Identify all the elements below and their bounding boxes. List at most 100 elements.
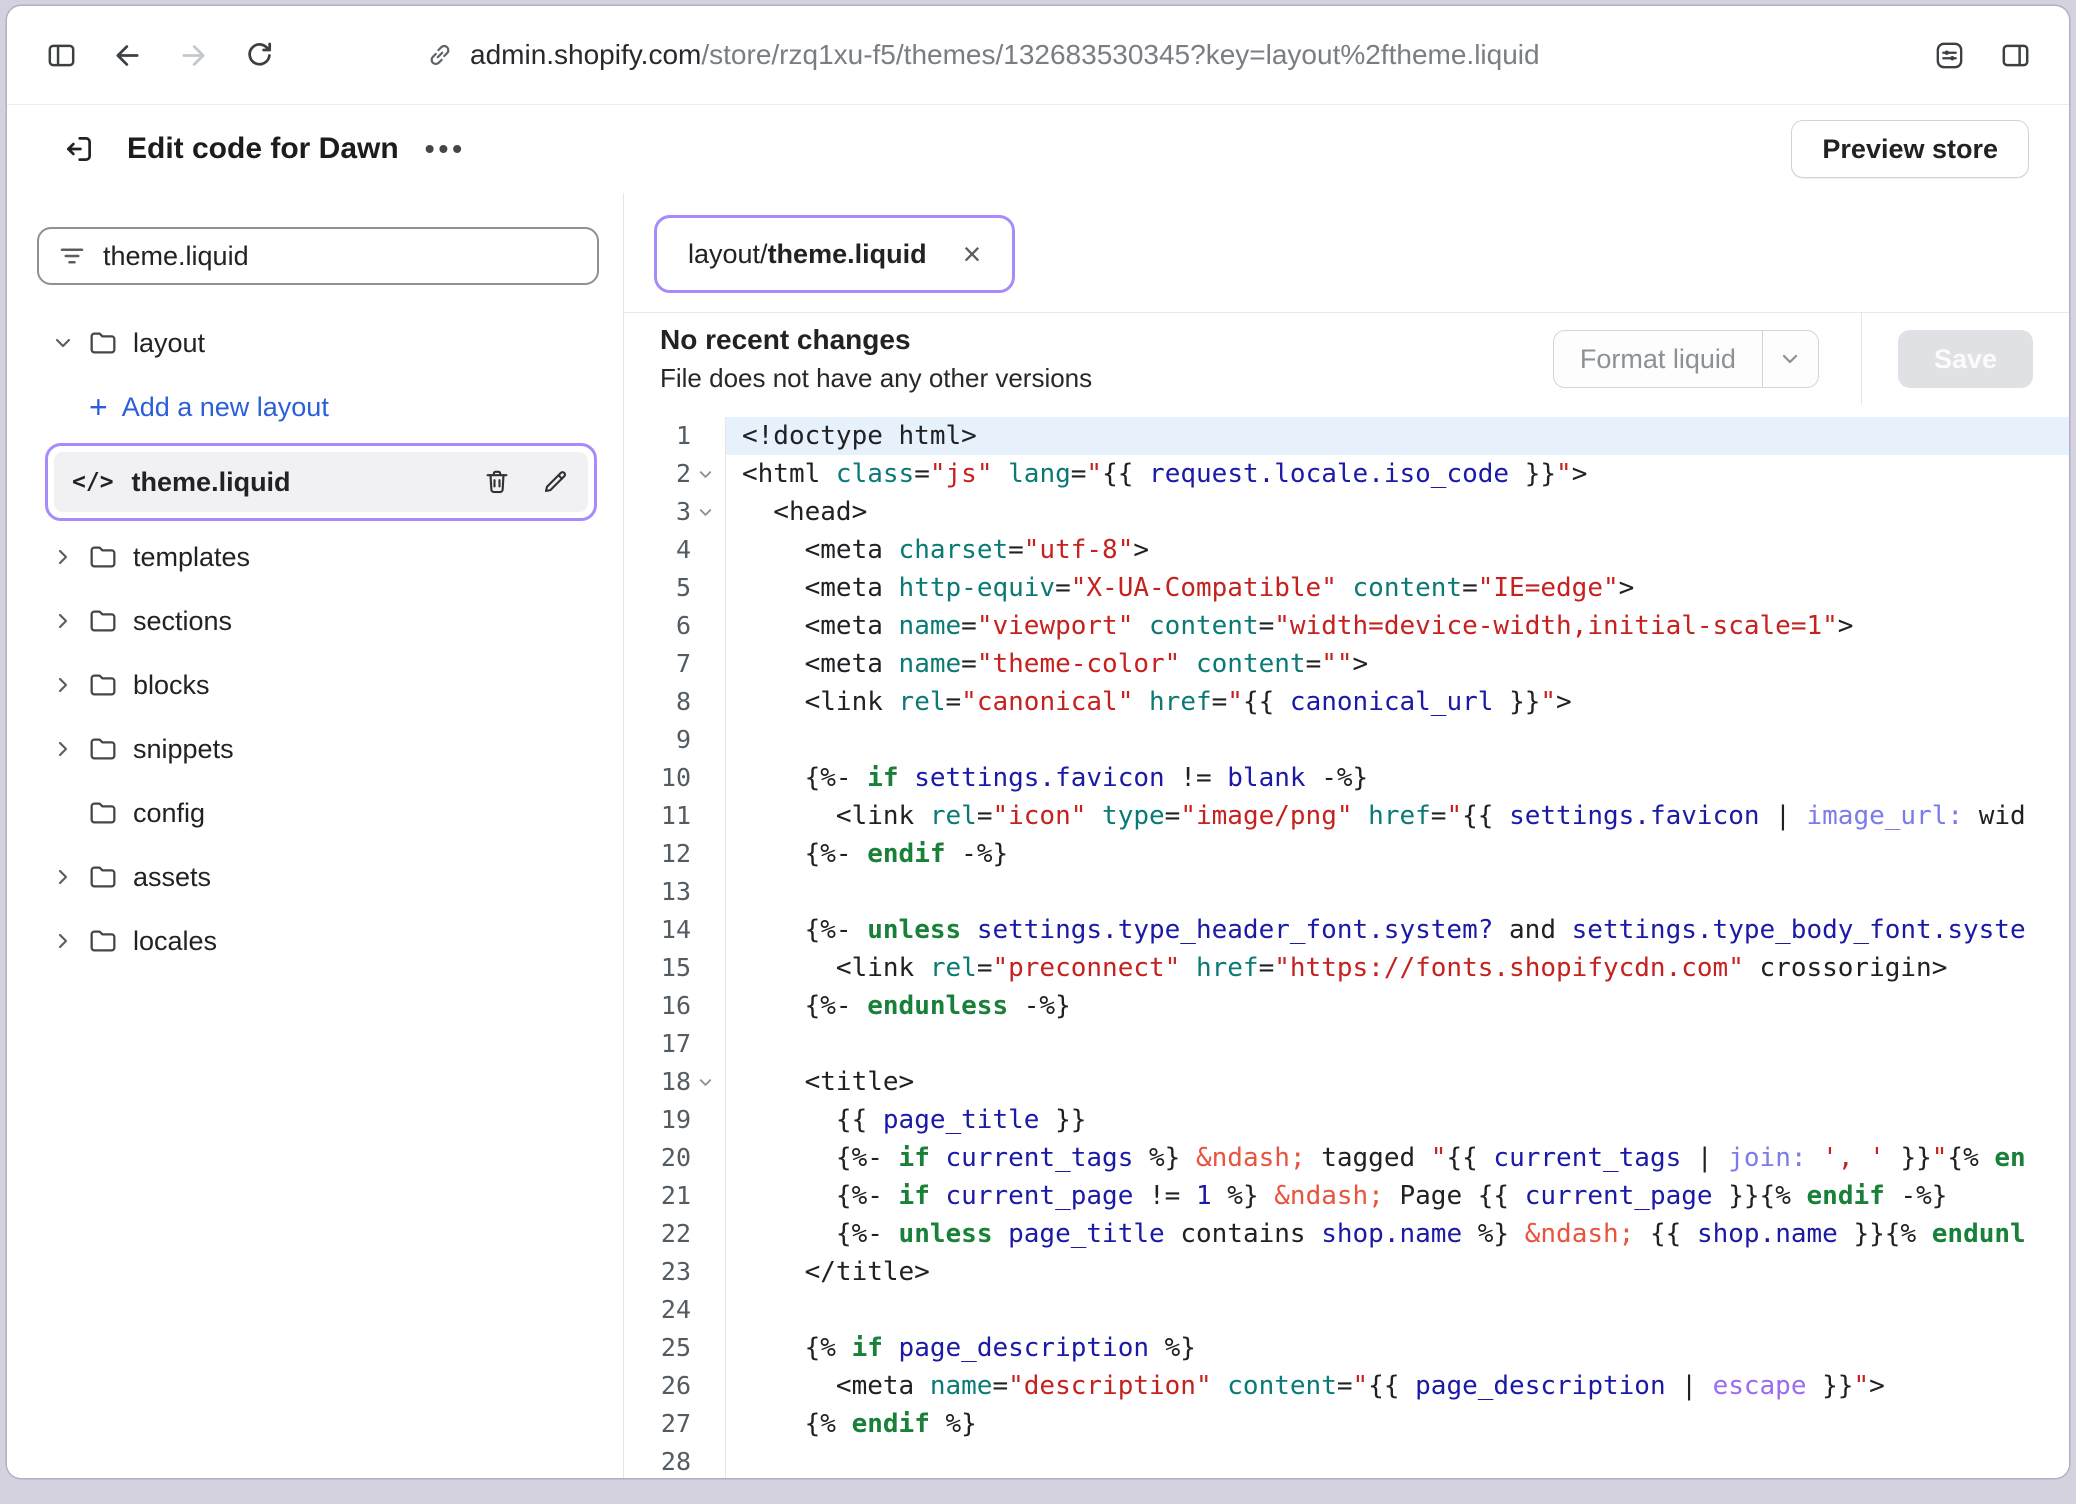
preview-store-button[interactable]: Preview store — [1791, 120, 2029, 178]
line-gutter: 10 — [624, 759, 726, 797]
code-line-3[interactable]: 3 <head> — [624, 493, 2069, 531]
code-text: {%- if current_tags %} &ndash; tagged "{… — [726, 1139, 2069, 1177]
browser-panel-icon[interactable] — [1987, 27, 2043, 83]
line-number: 16 — [661, 987, 691, 1025]
code-line-20[interactable]: 20 {%- if current_tags %} &ndash; tagged… — [624, 1139, 2069, 1177]
format-liquid-button[interactable]: Format liquid — [1553, 330, 1819, 388]
code-line-11[interactable]: 11 <link rel="icon" type="image/png" hre… — [624, 797, 2069, 835]
line-gutter: 8 — [624, 683, 726, 721]
code-line-13[interactable]: 13 — [624, 873, 2069, 911]
code-line-24[interactable]: 24 — [624, 1291, 2069, 1329]
code-text — [726, 873, 2069, 911]
chevron-right-icon[interactable] — [51, 865, 87, 889]
code-line-15[interactable]: 15 <link rel="preconnect" href="https://… — [624, 949, 2069, 987]
code-text: <head> — [726, 493, 2069, 531]
code-line-18[interactable]: 18 <title> — [624, 1063, 2069, 1101]
close-icon[interactable]: × — [963, 238, 982, 270]
sidebar-item-snippets[interactable]: snippets — [37, 717, 599, 781]
code-line-12[interactable]: 12 {%- endif -%} — [624, 835, 2069, 873]
code-line-21[interactable]: 21 {%- if current_page != 1 %} &ndash; P… — [624, 1177, 2069, 1215]
code-line-8[interactable]: 8 <link rel="canonical" href="{{ canonic… — [624, 683, 2069, 721]
add-layout-label: Add a new layout — [122, 392, 329, 423]
folder-icon — [87, 925, 133, 957]
code-text: <meta name="viewport" content="width=dev… — [726, 607, 2069, 645]
code-line-6[interactable]: 6 <meta name="viewport" content="width=d… — [624, 607, 2069, 645]
code-text: <meta name="theme-color" content=""> — [726, 645, 2069, 683]
file-search[interactable] — [37, 227, 599, 285]
fold-chevron-icon[interactable] — [691, 465, 719, 484]
rename-icon[interactable] — [540, 467, 570, 497]
folder-icon — [87, 669, 133, 701]
code-line-1[interactable]: 1<!doctype html> — [624, 417, 2069, 455]
chevron-right-icon[interactable] — [51, 545, 87, 569]
code-line-25[interactable]: 25 {% if page_description %} — [624, 1329, 2069, 1367]
editor-pane: layout/theme.liquid × No recent changes … — [624, 193, 2069, 1478]
line-gutter: 25 — [624, 1329, 726, 1367]
file-actions — [482, 467, 570, 497]
browser-settings-icon[interactable] — [1921, 27, 1977, 83]
sidebar-item-locales[interactable]: locales — [37, 909, 599, 973]
address-bar[interactable]: admin.shopify.com/store/rzq1xu-f5/themes… — [425, 39, 1540, 71]
line-number: 4 — [676, 531, 691, 569]
chevron-down-icon[interactable] — [1762, 331, 1818, 387]
code-line-7[interactable]: 7 <meta name="theme-color" content=""> — [624, 645, 2069, 683]
code-line-14[interactable]: 14 {%- unless settings.type_header_font.… — [624, 911, 2069, 949]
file-search-input[interactable] — [103, 241, 579, 272]
tab-label-name: theme.liquid — [768, 239, 927, 269]
save-button[interactable]: Save — [1898, 330, 2033, 388]
chevron-right-icon[interactable] — [51, 673, 87, 697]
code-line-17[interactable]: 17 — [624, 1025, 2069, 1063]
browser-sidebar-toggle-icon[interactable] — [33, 27, 89, 83]
code-editor[interactable]: 1<!doctype html>2<html class="js" lang="… — [624, 405, 2069, 1478]
line-number: 19 — [661, 1101, 691, 1139]
line-gutter: 19 — [624, 1101, 726, 1139]
code-line-26[interactable]: 26 <meta name="description" content="{{ … — [624, 1367, 2069, 1405]
code-line-16[interactable]: 16 {%- endunless -%} — [624, 987, 2069, 1025]
code-line-2[interactable]: 2<html class="js" lang="{{ request.local… — [624, 455, 2069, 493]
sidebar-item-assets[interactable]: assets — [37, 845, 599, 909]
version-status: No recent changes File does not have any… — [660, 324, 1092, 394]
code-text — [726, 1291, 2069, 1329]
line-number: 28 — [661, 1443, 691, 1478]
folder-icon — [87, 861, 133, 893]
code-line-22[interactable]: 22 {%- unless page_title contains shop.n… — [624, 1215, 2069, 1253]
code-line-10[interactable]: 10 {%- if settings.favicon != blank -%} — [624, 759, 2069, 797]
divider — [1861, 313, 1862, 405]
code-line-4[interactable]: 4 <meta charset="utf-8"> — [624, 531, 2069, 569]
more-actions-icon[interactable]: ••• — [425, 133, 466, 165]
sidebar-item-sections[interactable]: sections — [37, 589, 599, 653]
sidebar-file-theme-liquid[interactable]: </>theme.liquid — [54, 452, 588, 512]
forward-icon[interactable] — [165, 27, 221, 83]
chevron-down-icon[interactable] — [51, 331, 87, 355]
delete-icon[interactable] — [482, 467, 512, 497]
chevron-right-icon[interactable] — [51, 737, 87, 761]
line-number: 2 — [676, 455, 691, 493]
add-layout-button[interactable]: +Add a new layout — [37, 375, 599, 439]
folder-label: locales — [133, 926, 217, 957]
line-gutter: 3 — [624, 493, 726, 531]
sidebar-item-layout[interactable]: layout — [37, 311, 599, 375]
code-line-9[interactable]: 9 — [624, 721, 2069, 759]
chevron-right-icon[interactable] — [51, 609, 87, 633]
chevron-right-icon[interactable] — [51, 929, 87, 953]
sidebar-item-templates[interactable]: templates — [37, 525, 599, 589]
code-line-28[interactable]: 28 — [624, 1443, 2069, 1478]
tab-theme-liquid[interactable]: layout/theme.liquid × — [662, 223, 1007, 285]
sidebar-item-blocks[interactable]: blocks — [37, 653, 599, 717]
back-icon[interactable] — [99, 27, 155, 83]
fold-chevron-icon[interactable] — [691, 1073, 719, 1092]
file-label: theme.liquid — [132, 467, 291, 498]
code-line-23[interactable]: 23 </title> — [624, 1253, 2069, 1291]
exit-editor-icon[interactable] — [51, 121, 107, 177]
code-line-27[interactable]: 27 {% endif %} — [624, 1405, 2069, 1443]
code-line-5[interactable]: 5 <meta http-equiv="X-UA-Compatible" con… — [624, 569, 2069, 607]
status-subtitle: File does not have any other versions — [660, 363, 1092, 394]
file-sidebar: layout+Add a new layout </>theme.liquid te… — [7, 193, 624, 1478]
sidebar-item-config[interactable]: config — [37, 781, 599, 845]
code-text: </title> — [726, 1253, 2069, 1291]
code-line-19[interactable]: 19 {{ page_title }} — [624, 1101, 2069, 1139]
reload-icon[interactable] — [231, 27, 287, 83]
fold-chevron-icon[interactable] — [691, 503, 719, 522]
editor-header: No recent changes File does not have any… — [624, 313, 2069, 405]
tab-label: layout/theme.liquid — [688, 239, 927, 270]
